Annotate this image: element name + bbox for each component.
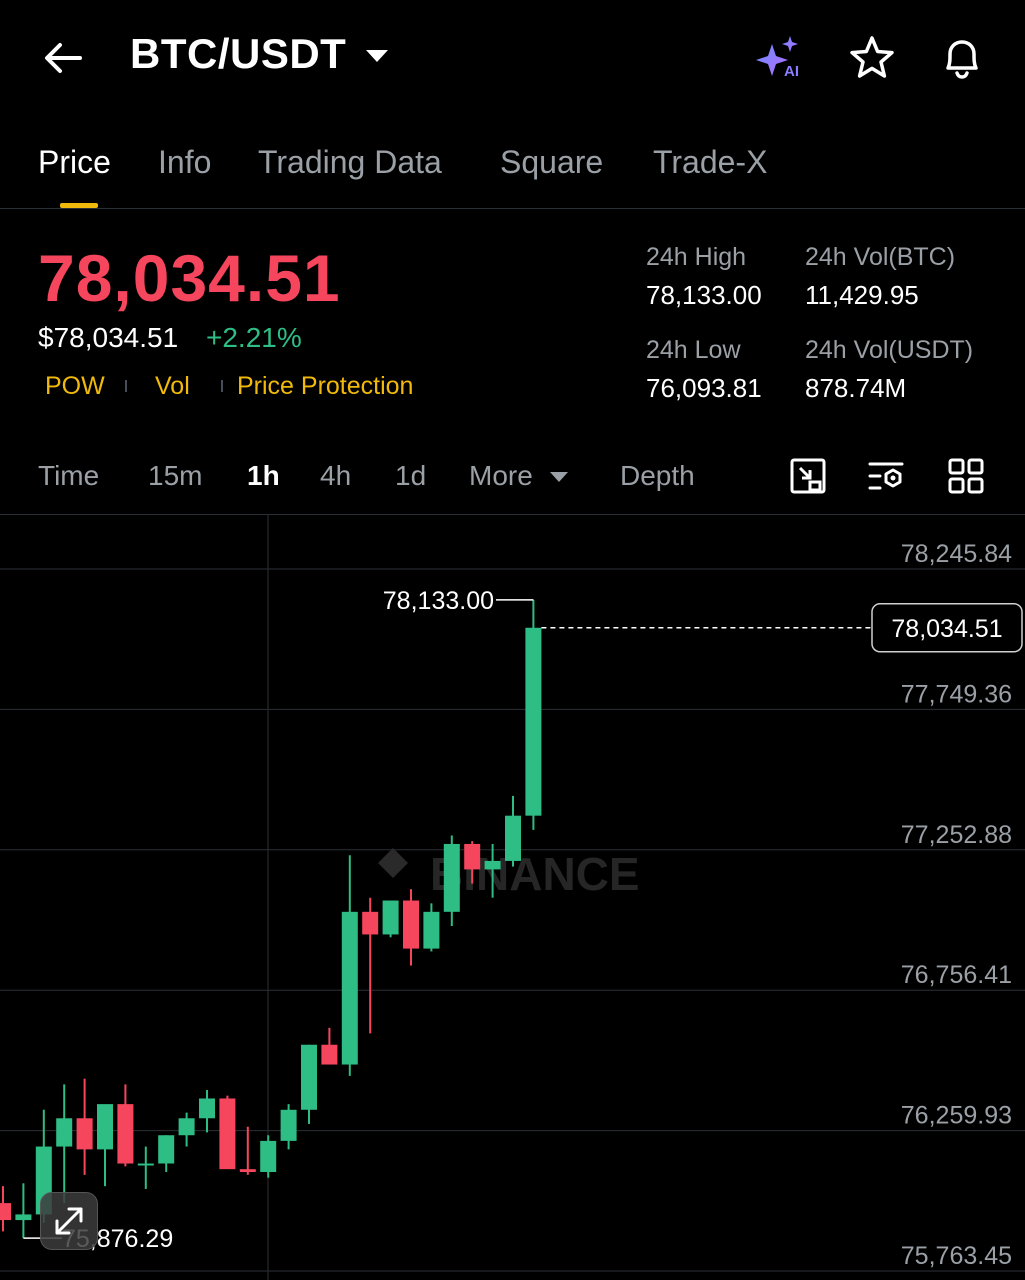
ai-label: AI — [784, 63, 799, 80]
watermark-text: BINANCE — [430, 848, 640, 900]
tag-separator — [125, 380, 127, 392]
tabs-divider — [0, 208, 1025, 209]
stat-24h-vol-usdt-label: 24h Vol(USDT) — [805, 336, 974, 364]
candle-body[interactable] — [443, 843, 460, 912]
candle-body[interactable] — [260, 1140, 277, 1172]
candle-body[interactable] — [56, 1118, 73, 1147]
candle-body[interactable] — [0, 1203, 11, 1221]
expand-chart-icon[interactable] — [40, 1192, 98, 1250]
interval-1d[interactable]: 1d — [395, 460, 426, 492]
current-price-label: 78,034.51 — [891, 615, 1002, 643]
usd-price: $78,034.51 — [38, 322, 179, 353]
back-arrow-icon[interactable] — [40, 34, 88, 82]
candle-body[interactable] — [301, 1044, 317, 1110]
y-axis-tick-label: 75,763.45 — [901, 1242, 1012, 1270]
candle-body[interactable] — [219, 1098, 236, 1170]
candle-body[interactable] — [403, 900, 419, 949]
candle-body[interactable] — [97, 1104, 113, 1150]
pair-title[interactable]: BTC/USDT — [130, 30, 346, 78]
tag-pow[interactable]: POW — [45, 372, 105, 401]
y-axis-tick-label: 78,245.84 — [901, 540, 1012, 568]
tab-info[interactable]: Info — [158, 144, 211, 181]
tag-price-protection[interactable]: Price Protection — [237, 372, 413, 401]
y-axis-tick-label: 76,259.93 — [901, 1102, 1012, 1130]
candle-body[interactable] — [525, 627, 542, 816]
y-axis-tick-label: 77,749.36 — [901, 680, 1012, 708]
candle-body[interactable] — [423, 911, 440, 949]
candlestick-chart[interactable]: BINANCE 78,245.84 77,749.36 77,252.88 76,75… — [0, 515, 1025, 1280]
interval-time[interactable]: Time — [38, 460, 99, 492]
tag-separator — [221, 380, 223, 392]
candle-body[interactable] — [341, 911, 358, 1065]
tab-price[interactable]: Price — [38, 144, 111, 181]
more-caret-icon[interactable] — [550, 472, 568, 482]
grid-layout-icon[interactable] — [946, 456, 986, 496]
candle-body[interactable] — [137, 1163, 154, 1166]
stat-24h-vol-btc-label: 24h Vol(BTC) — [805, 243, 956, 271]
tab-trade-x[interactable]: Trade-X — [653, 144, 767, 181]
candle-body[interactable] — [158, 1135, 175, 1164]
tab-trading-data[interactable]: Trading Data — [258, 144, 442, 181]
interval-1h[interactable]: 1h — [247, 460, 280, 492]
y-axis-tick-label: 76,756.41 — [901, 961, 1012, 989]
interval-depth[interactable]: Depth — [620, 460, 695, 492]
interval-4h[interactable]: 4h — [320, 460, 351, 492]
price-change-percent: +2.21% — [206, 322, 302, 353]
candle-body[interactable] — [321, 1044, 338, 1065]
stat-24h-high-label: 24h High — [646, 243, 747, 271]
candle-body[interactable] — [382, 900, 399, 935]
ai-sparkle-icon[interactable]: AI — [756, 34, 804, 82]
candle-body[interactable] — [280, 1109, 297, 1141]
stat-24h-high-value: 78,133.00 — [646, 280, 762, 310]
binance-logo-icon — [378, 848, 408, 878]
fullscreen-chart-icon[interactable] — [788, 456, 828, 496]
stat-24h-low-value: 76,093.81 — [646, 373, 762, 403]
y-axis-tick-label: 77,252.88 — [901, 821, 1012, 849]
candle-body[interactable] — [117, 1104, 134, 1164]
candle-body[interactable] — [484, 860, 501, 870]
candle-body[interactable] — [239, 1169, 256, 1172]
stat-24h-low-label: 24h Low — [646, 336, 741, 364]
interval-more[interactable]: More — [469, 460, 533, 492]
tag-vol[interactable]: Vol — [155, 372, 190, 401]
candle-body[interactable] — [199, 1098, 215, 1119]
stat-24h-vol-usdt-value: 878.74M — [805, 373, 907, 403]
pair-dropdown-caret-icon[interactable] — [366, 50, 388, 62]
last-price: 78,034.51 — [38, 241, 341, 315]
interval-15m[interactable]: 15m — [148, 460, 202, 492]
high-marker-label: 78,133.00 — [383, 587, 494, 615]
candle-body[interactable] — [505, 815, 521, 861]
indicator-settings-icon[interactable] — [866, 456, 906, 496]
bell-icon[interactable] — [938, 34, 986, 82]
star-icon[interactable] — [848, 34, 896, 82]
candle-body[interactable] — [178, 1118, 195, 1136]
candle-body[interactable] — [76, 1118, 93, 1150]
tab-square[interactable]: Square — [500, 144, 603, 181]
candle-body[interactable] — [15, 1214, 32, 1221]
candle-body[interactable] — [362, 911, 379, 935]
stat-24h-vol-btc-value: 11,429.95 — [805, 280, 919, 310]
candle-body[interactable] — [464, 843, 481, 870]
